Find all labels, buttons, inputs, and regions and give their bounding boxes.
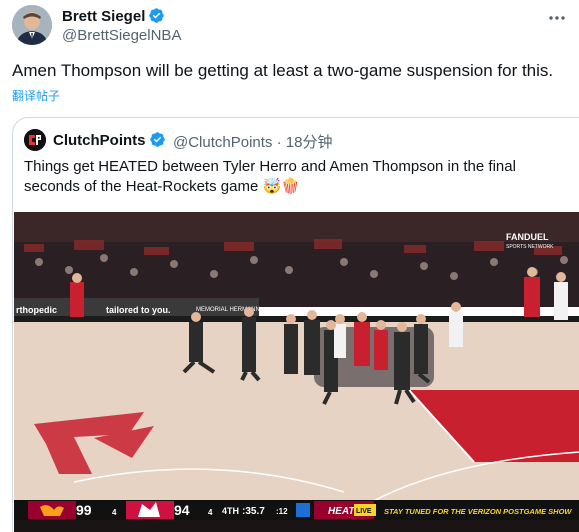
author-name-text: Brett Siegel [62,8,146,25]
quoted-text-line-2: seconds of the Heat-Rockets game 🤯🍿 [24,178,300,195]
verified-badge-icon [149,131,166,152]
author-avatar[interactable] [12,5,52,45]
home-fouls: 4 [208,508,213,517]
quoted-author-name: ClutchPoints [53,131,166,152]
away-fouls: 4 [112,508,117,517]
author-name[interactable]: Brett Siegel [62,7,165,28]
shot-clock: :12 [276,507,288,516]
banner-text-left: rthopedic [16,305,57,315]
quoted-author-handle: @ClutchPoints [173,134,273,151]
translate-post-link[interactable]: 翻译帖子 [12,87,60,104]
fanduel-mini-logo [296,503,310,517]
tweet-text: Amen Thompson will be getting at least a… [12,61,554,80]
banner-text-right: tailored to you. [106,305,171,315]
video-player[interactable]: rthopedic tailored to you. MEMORIAL HERM… [14,212,579,532]
network-tag: HEAT [328,506,355,517]
game-period: 4TH [222,506,239,516]
scoreboard-ticker: STAY TUNED FOR THE VERIZON POSTGAME SHOW [384,507,572,516]
quoted-timestamp: 18分钟 [285,134,333,151]
broadcaster-logo: FANDUEL [506,232,549,242]
away-score: 99 [76,502,92,518]
live-tag: LIVE [356,508,372,515]
scoreboard: 99 4 94 4 4TH :35.7 :12 HEAT LIVE STAY T… [14,500,579,520]
home-score: 94 [174,502,190,518]
quoted-author-name-text: ClutchPoints [53,132,146,149]
verified-badge-icon [148,7,165,28]
quoted-tweet-text: Things get HEATED between Tyler Herro an… [24,157,569,197]
broadcaster-subtitle: SPORTS NETWORK [506,244,554,250]
quoted-author-avatar [24,129,46,151]
author-handle[interactable]: @BrettSiegelNBA [62,27,181,44]
quoted-text-line-1: Things get HEATED between Tyler Herro an… [24,158,516,175]
more-options-icon[interactable] [547,8,567,28]
quoted-tweet[interactable]: ClutchPoints @ClutchPoints · 18分钟 Things… [12,117,579,532]
quoted-author-meta: @ClutchPoints · 18分钟 [173,131,332,152]
meta-separator: · [276,134,282,151]
tweet-header: Brett Siegel @BrettSiegelNBA [12,4,567,48]
game-clock: :35.7 [242,506,265,517]
